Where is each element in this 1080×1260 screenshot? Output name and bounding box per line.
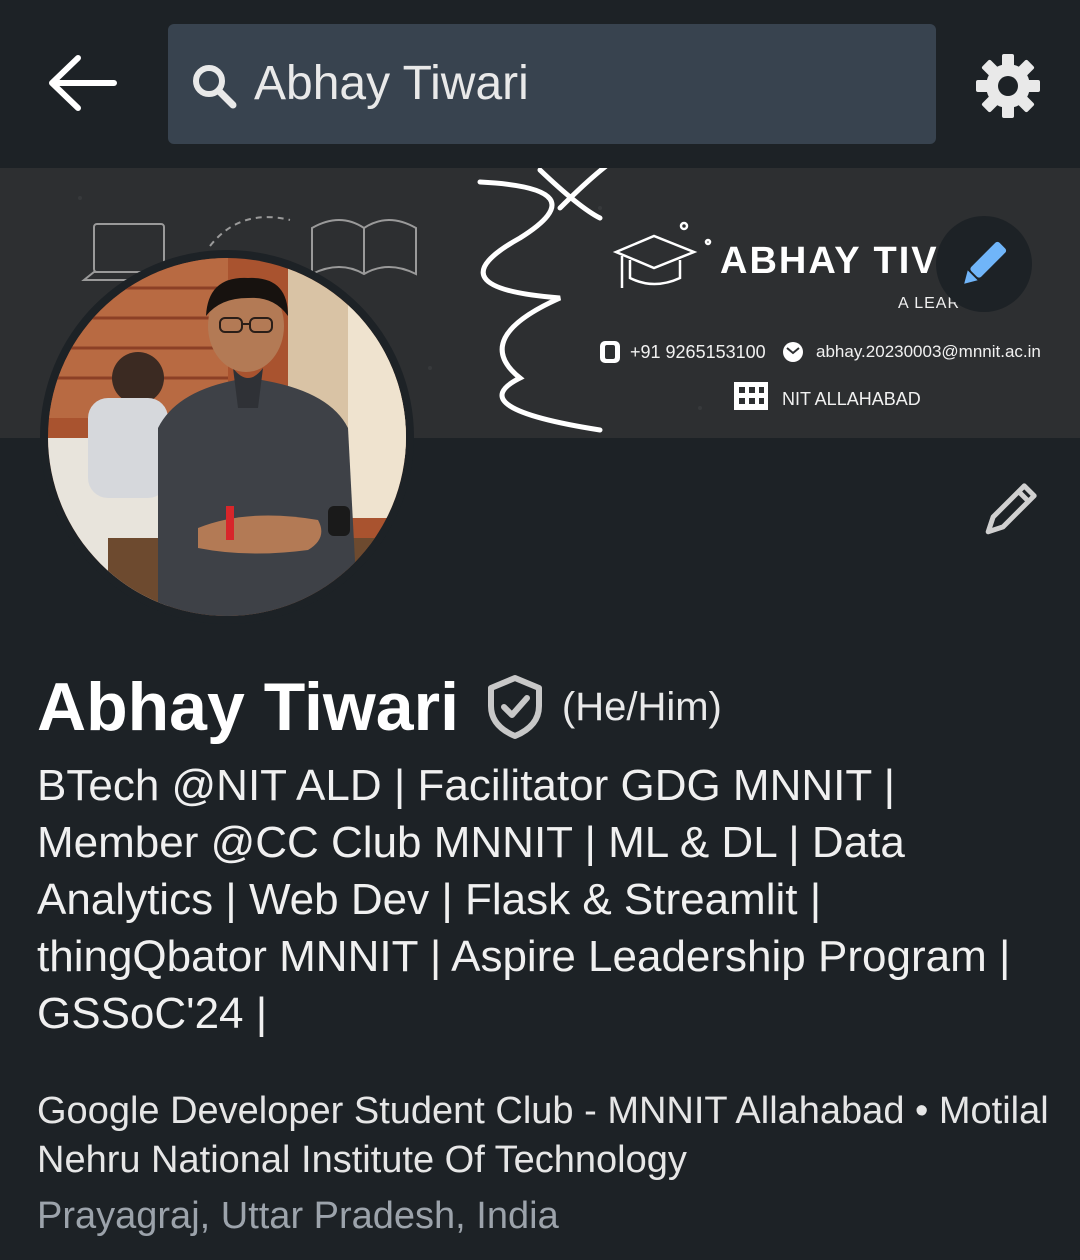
profile-name-row: Abhay Tiwari (He/Him) [37, 668, 722, 748]
profile-affiliation[interactable]: Google Developer Student Club - MNNIT Al… [37, 1087, 1057, 1185]
profile-headline: BTech @NIT ALD | Facilitator GDG MNNIT |… [37, 761, 1011, 1038]
profile-photo[interactable] [40, 250, 414, 624]
avatar [48, 258, 406, 616]
search-query-text[interactable]: Abhay Tiwari [254, 54, 529, 114]
back-button[interactable] [44, 50, 120, 116]
pencil-icon [964, 241, 1007, 284]
banner-name-text: ABHAY TIV [720, 240, 939, 282]
profile-photo-image [48, 258, 406, 616]
edit-banner-button[interactable] [936, 216, 1032, 312]
profile-location: Prayagraj, Uttar Pradesh, India [37, 1195, 559, 1237]
top-bar: Abhay Tiwari [0, 0, 1080, 168]
settings-button[interactable] [972, 50, 1044, 122]
banner-phone-text: +91 9265153100 [630, 342, 766, 362]
search-icon [193, 65, 237, 109]
banner-email-text: abhay.20230003@mnnit.ac.in [816, 342, 1041, 361]
pencil-icon [985, 483, 1037, 535]
pronouns: (He/Him) [561, 684, 722, 729]
profile-name: Abhay Tiwari [37, 669, 459, 745]
edit-profile-button[interactable] [972, 476, 1044, 548]
gear-icon [976, 54, 1040, 118]
banner-institute-text: NIT ALLAHABAD [782, 389, 921, 409]
arrow-left-icon [49, 55, 117, 111]
shield-check-icon[interactable] [485, 674, 545, 740]
search-input[interactable]: Abhay Tiwari [168, 24, 936, 144]
